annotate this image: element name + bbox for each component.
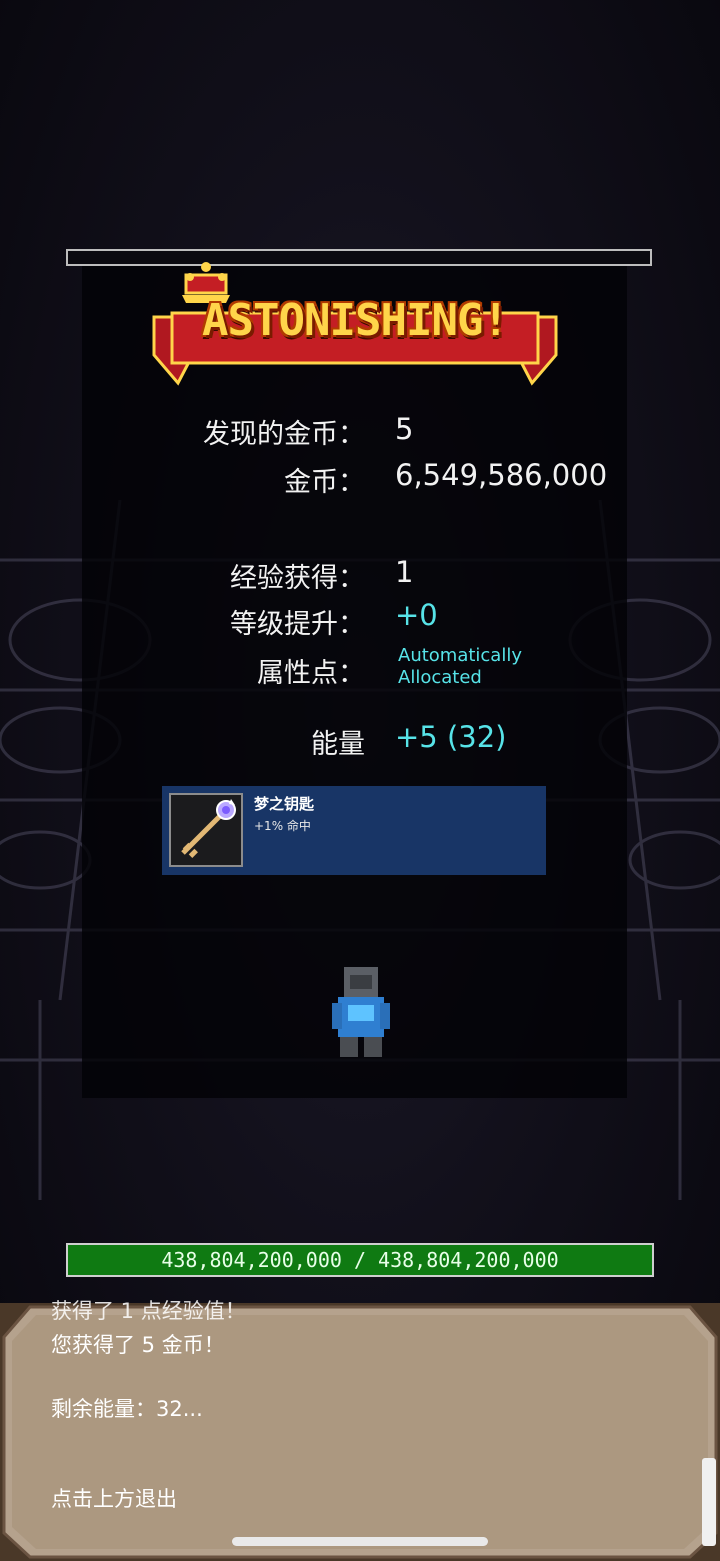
item-icon-frame: [169, 793, 243, 867]
energy-label: 能量: [311, 729, 365, 760]
banner-title: ASTONISHING!: [202, 295, 509, 346]
gold-value: 6,549,586,000: [395, 458, 608, 492]
dialog-line-exit-hint[interactable]: 点击上方退出: [51, 1483, 177, 1513]
attribute-value-line1: Automatically: [398, 645, 522, 666]
attribute-value-line2: Allocated: [398, 667, 482, 688]
exp-label: 经验获得：: [230, 563, 365, 594]
level-up-value: +0: [395, 598, 438, 632]
home-indicator[interactable]: [232, 1537, 488, 1546]
item-description: +1% 命中: [254, 819, 311, 833]
energy-value: +5 (32): [395, 720, 507, 754]
attribute-points-label: 属性点：: [257, 658, 365, 689]
astonishing-banner: ASTONISHING!: [150, 255, 560, 390]
item-reward-card[interactable]: 梦之钥匙 +1% 命中: [162, 786, 546, 875]
gold-found-label: 发现的金币：: [203, 419, 365, 450]
dialog-scrollbar[interactable]: [702, 1458, 716, 1546]
item-name: 梦之钥匙: [254, 795, 315, 813]
attribute-points-value: Automatically Allocated: [398, 645, 522, 689]
hp-text: 438,804,200,000 / 438,804,200,000: [161, 1248, 559, 1272]
dialog-line-energy: 剩余能量：32...: [51, 1397, 203, 1421]
key-icon: [181, 799, 236, 858]
level-up-label: 等级提升：: [230, 609, 365, 640]
gold-label: 金币：: [284, 467, 365, 498]
message-dialog[interactable]: 获得了 1 点经验值！ 您获得了 5 金币！ 剩余能量：32... 点击上方退出: [0, 1299, 720, 1561]
dialog-top-clip: [0, 1303, 720, 1317]
player-character-sprite: [332, 967, 390, 1057]
gold-found-value: 5: [395, 412, 414, 446]
dialog-line-gold: 您获得了 5 金币！: [51, 1333, 225, 1357]
hp-bar: 438,804,200,000 / 438,804,200,000: [66, 1243, 654, 1277]
exp-value: 1: [395, 555, 414, 589]
